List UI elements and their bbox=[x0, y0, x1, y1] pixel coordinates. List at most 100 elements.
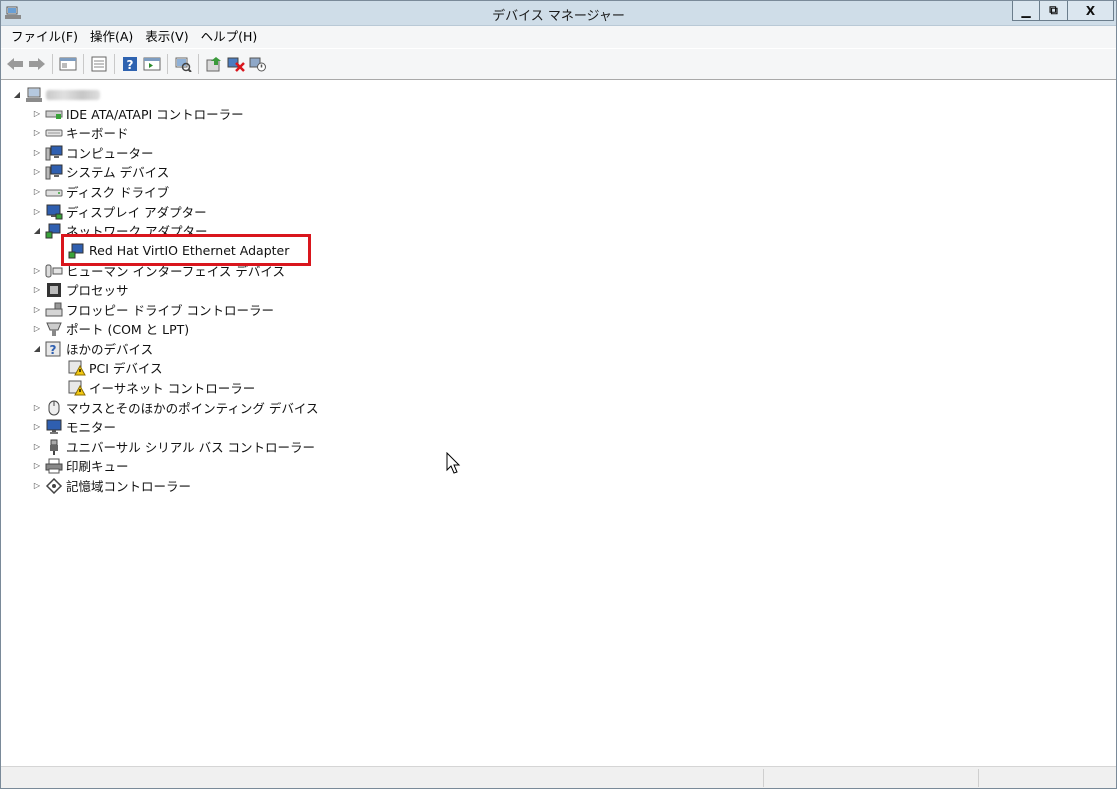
toolbar-separator bbox=[83, 54, 84, 74]
close-button[interactable]: X bbox=[1068, 1, 1114, 21]
tree-item-label: 印刷キュー bbox=[66, 459, 129, 474]
tree-item-usb-controllers[interactable]: ▷ ユニバーサル シリアル バス コントローラー bbox=[31, 437, 315, 456]
svg-text:?: ? bbox=[50, 343, 57, 357]
expand-arrow-icon[interactable]: ▷ bbox=[31, 417, 43, 436]
tree-item-floppy-controllers[interactable]: ▷ フロッピー ドライブ コントローラー bbox=[31, 300, 274, 319]
tree-item-label: モニター bbox=[66, 420, 117, 435]
status-bar bbox=[1, 766, 1116, 788]
tree-item-system-devices[interactable]: ▷ システム デバイス bbox=[31, 162, 169, 181]
computer-icon bbox=[45, 145, 63, 161]
mouse-icon bbox=[45, 400, 63, 416]
other-device-icon: ? bbox=[45, 341, 63, 357]
expand-arrow-icon[interactable]: ▷ bbox=[31, 300, 43, 319]
menu-action[interactable]: 操作(A) bbox=[84, 27, 139, 47]
view-icon[interactable] bbox=[141, 53, 163, 75]
menu-view[interactable]: 表示(V) bbox=[139, 27, 194, 47]
expand-arrow-icon[interactable]: ▷ bbox=[31, 182, 43, 201]
collapse-arrow-icon[interactable]: ◢ bbox=[11, 85, 23, 104]
display-adapter-icon bbox=[45, 204, 63, 220]
back-icon[interactable] bbox=[4, 53, 26, 75]
tree-item-ide[interactable]: ▷ IDE ATA/ATAPI コントローラー bbox=[31, 104, 244, 123]
tree-item-storage-controllers[interactable]: ▷ 記憶域コントローラー bbox=[31, 476, 191, 495]
tree-item-label: イーサネット コントローラー bbox=[89, 381, 256, 396]
monitor-icon bbox=[45, 419, 63, 435]
tree-item-mice[interactable]: ▷ マウスとそのほかのポインティング デバイス bbox=[31, 398, 318, 417]
collapse-arrow-icon[interactable]: ◢ bbox=[31, 221, 43, 240]
mouse-cursor-icon bbox=[446, 451, 462, 476]
tree-item-pci-device[interactable]: PCI デバイス bbox=[68, 358, 163, 377]
expand-arrow-icon[interactable]: ▷ bbox=[31, 143, 43, 162]
tree-item-display-adapters[interactable]: ▷ ディスプレイ アダプター bbox=[31, 202, 207, 221]
system-device-icon bbox=[45, 164, 63, 180]
expand-arrow-icon[interactable]: ▷ bbox=[31, 319, 43, 338]
forward-icon[interactable] bbox=[26, 53, 48, 75]
expand-arrow-icon[interactable]: ▷ bbox=[31, 202, 43, 221]
highlight-annotation-box bbox=[61, 234, 311, 266]
menu-bar: ファイル(F) 操作(A) 表示(V) ヘルプ(H) bbox=[1, 26, 1116, 48]
usb-icon bbox=[45, 439, 63, 455]
menu-help[interactable]: ヘルプ(H) bbox=[195, 27, 264, 47]
uninstall-icon[interactable] bbox=[225, 53, 247, 75]
title-bar[interactable]: デバイス マネージャー ▁ ⧉ X bbox=[1, 1, 1116, 26]
restore-icon: ⧉ bbox=[1049, 3, 1058, 17]
tree-item-label: ディスク ドライブ bbox=[66, 185, 170, 200]
tree-item-computer[interactable]: ▷ コンピューター bbox=[31, 143, 154, 162]
unknown-device-warning-icon bbox=[68, 380, 86, 396]
minimize-button[interactable]: ▁ bbox=[1012, 1, 1040, 21]
tree-item-label: マウスとそのほかのポインティング デバイス bbox=[66, 401, 319, 416]
tree-item-label: PCI デバイス bbox=[89, 361, 163, 376]
tree-item-processors[interactable]: ▷ プロセッサ bbox=[31, 280, 129, 299]
expand-arrow-icon[interactable]: ▷ bbox=[31, 123, 43, 142]
update-driver-icon[interactable] bbox=[203, 53, 225, 75]
status-pane-divider bbox=[978, 769, 979, 787]
tree-item-label: IDE ATA/ATAPI コントローラー bbox=[66, 107, 244, 122]
device-manager-window: デバイス マネージャー ▁ ⧉ X ファイル(F) 操作(A) 表示(V) ヘル… bbox=[0, 0, 1117, 789]
processor-icon bbox=[45, 282, 63, 298]
printer-icon bbox=[45, 458, 63, 474]
close-icon: X bbox=[1085, 3, 1096, 18]
expand-arrow-icon[interactable]: ▷ bbox=[31, 261, 43, 280]
show-hide-console-tree-icon[interactable] bbox=[57, 53, 79, 75]
tree-item-label: ほかのデバイス bbox=[66, 342, 154, 357]
status-pane-divider bbox=[763, 769, 764, 787]
tree-item-label: キーボード bbox=[66, 126, 129, 141]
tree-item-print-queues[interactable]: ▷ 印刷キュー bbox=[31, 456, 129, 475]
tree-item-label: ポート (COM と LPT) bbox=[66, 322, 190, 337]
expand-arrow-icon[interactable]: ▷ bbox=[31, 476, 43, 495]
computer-root-icon bbox=[25, 87, 43, 103]
menu-file[interactable]: ファイル(F) bbox=[5, 27, 84, 47]
help-icon[interactable]: ? bbox=[119, 53, 141, 75]
device-tree[interactable]: ◢ ▷ IDE ATA/ATAPI コントローラー ▷ キーボード ▷ コンピュ… bbox=[1, 81, 1116, 765]
tree-item-label: 記憶域コントローラー bbox=[66, 479, 192, 494]
storage-controller-icon bbox=[45, 477, 63, 494]
expand-arrow-icon[interactable]: ▷ bbox=[31, 398, 43, 417]
tree-item-label: システム デバイス bbox=[66, 165, 170, 180]
expand-arrow-icon[interactable]: ▷ bbox=[31, 456, 43, 475]
svg-text:?: ? bbox=[127, 58, 134, 72]
scan-hardware-icon[interactable] bbox=[172, 53, 194, 75]
tree-item-ethernet-controller[interactable]: イーサネット コントローラー bbox=[68, 378, 255, 397]
tree-item-keyboard[interactable]: ▷ キーボード bbox=[31, 123, 129, 142]
tree-item-other-devices[interactable]: ◢ ? ほかのデバイス bbox=[31, 339, 153, 358]
tree-item-label: フロッピー ドライブ コントローラー bbox=[66, 303, 274, 318]
toolbar-separator bbox=[198, 54, 199, 74]
window-title: デバイス マネージャー bbox=[492, 9, 625, 24]
toolbar-separator bbox=[114, 54, 115, 74]
tree-item-disk-drives[interactable]: ▷ ディスク ドライブ bbox=[31, 182, 169, 201]
properties-icon[interactable] bbox=[88, 53, 110, 75]
tree-item-ports[interactable]: ▷ ポート (COM と LPT) bbox=[31, 319, 189, 338]
expand-arrow-icon[interactable]: ▷ bbox=[31, 437, 43, 456]
expand-arrow-icon[interactable]: ▷ bbox=[31, 162, 43, 181]
expand-arrow-icon[interactable]: ▷ bbox=[31, 104, 43, 123]
keyboard-icon bbox=[45, 125, 63, 141]
toolbar-separator bbox=[52, 54, 53, 74]
ide-controller-icon bbox=[45, 106, 63, 122]
tree-item-monitors[interactable]: ▷ モニター bbox=[31, 417, 116, 436]
unknown-device-warning-icon bbox=[68, 360, 86, 376]
restore-button[interactable]: ⧉ bbox=[1040, 1, 1068, 21]
expand-arrow-icon[interactable]: ▷ bbox=[31, 280, 43, 299]
tree-root[interactable]: ◢ bbox=[11, 85, 100, 104]
collapse-arrow-icon[interactable]: ◢ bbox=[31, 339, 43, 358]
disable-icon[interactable] bbox=[247, 53, 269, 75]
floppy-controller-icon bbox=[45, 302, 63, 318]
